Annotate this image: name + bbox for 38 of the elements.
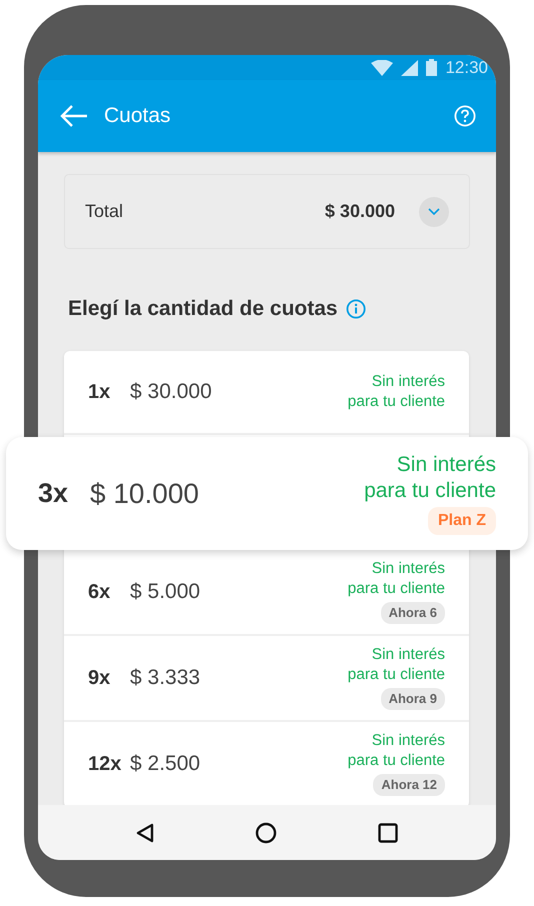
- installment-count: 3x: [38, 477, 70, 510]
- total-label: Total: [85, 200, 124, 223]
- chevron-icon: [428, 208, 440, 216]
- clock-time: 12:30: [445, 56, 488, 79]
- installment-amount: $ 30.000: [130, 378, 212, 405]
- interest-note: Sin interés para tu cliente: [348, 731, 445, 772]
- installment-amount: $ 3.333: [130, 664, 200, 691]
- plan-tag: Ahora 9: [380, 688, 445, 710]
- back-nav-icon[interactable]: [136, 822, 154, 842]
- battery-icon: [426, 59, 438, 76]
- interest-note: Sin interés para tu cliente: [348, 559, 445, 600]
- installment-amount: $ 2.500: [130, 750, 200, 777]
- installment-count: 6x: [88, 580, 112, 604]
- total-amount: $ 30.000: [324, 200, 395, 223]
- plan-tag: Ahora 6: [380, 602, 445, 624]
- installment-count: 9x: [88, 666, 112, 690]
- plan-tag: Plan Z: [428, 507, 496, 535]
- wifi-icon: [371, 60, 394, 76]
- installment-count: 12x: [88, 752, 122, 776]
- selected-installment-card[interactable]: 3x $ 10.000 Sin interés para tu cliente Plan Z: [6, 437, 528, 550]
- expand-button[interactable]: [419, 196, 449, 226]
- installment-count: 1x: [88, 380, 112, 404]
- installment-row[interactable]: 1x $ 30.000 Sin interés para tu cliente: [64, 350, 469, 434]
- help-icon[interactable]: [454, 105, 476, 127]
- installment-amount: $ 10.000: [90, 476, 199, 510]
- info-icon[interactable]: [346, 298, 366, 319]
- home-nav-icon[interactable]: [254, 822, 277, 844]
- interest-note: Sin interés para tu cliente: [364, 452, 496, 504]
- interest-note: Sin interés para tu cliente: [348, 372, 445, 412]
- installment-row[interactable]: 9x $ 3.333 Sin interés para tu cliente Ahora 9: [64, 636, 469, 722]
- section-heading: Elegí la cantidad de cuotas: [68, 296, 338, 322]
- back-arrow-icon[interactable]: [60, 105, 88, 127]
- signal-icon: [401, 60, 418, 76]
- screen-title: Cuotas: [104, 103, 171, 130]
- installment-amount: $ 5.000: [130, 578, 200, 605]
- recents-nav-icon[interactable]: [378, 822, 398, 842]
- interest-note: Sin interés para tu cliente: [348, 645, 445, 686]
- plan-tag: Ahora 12: [373, 774, 445, 796]
